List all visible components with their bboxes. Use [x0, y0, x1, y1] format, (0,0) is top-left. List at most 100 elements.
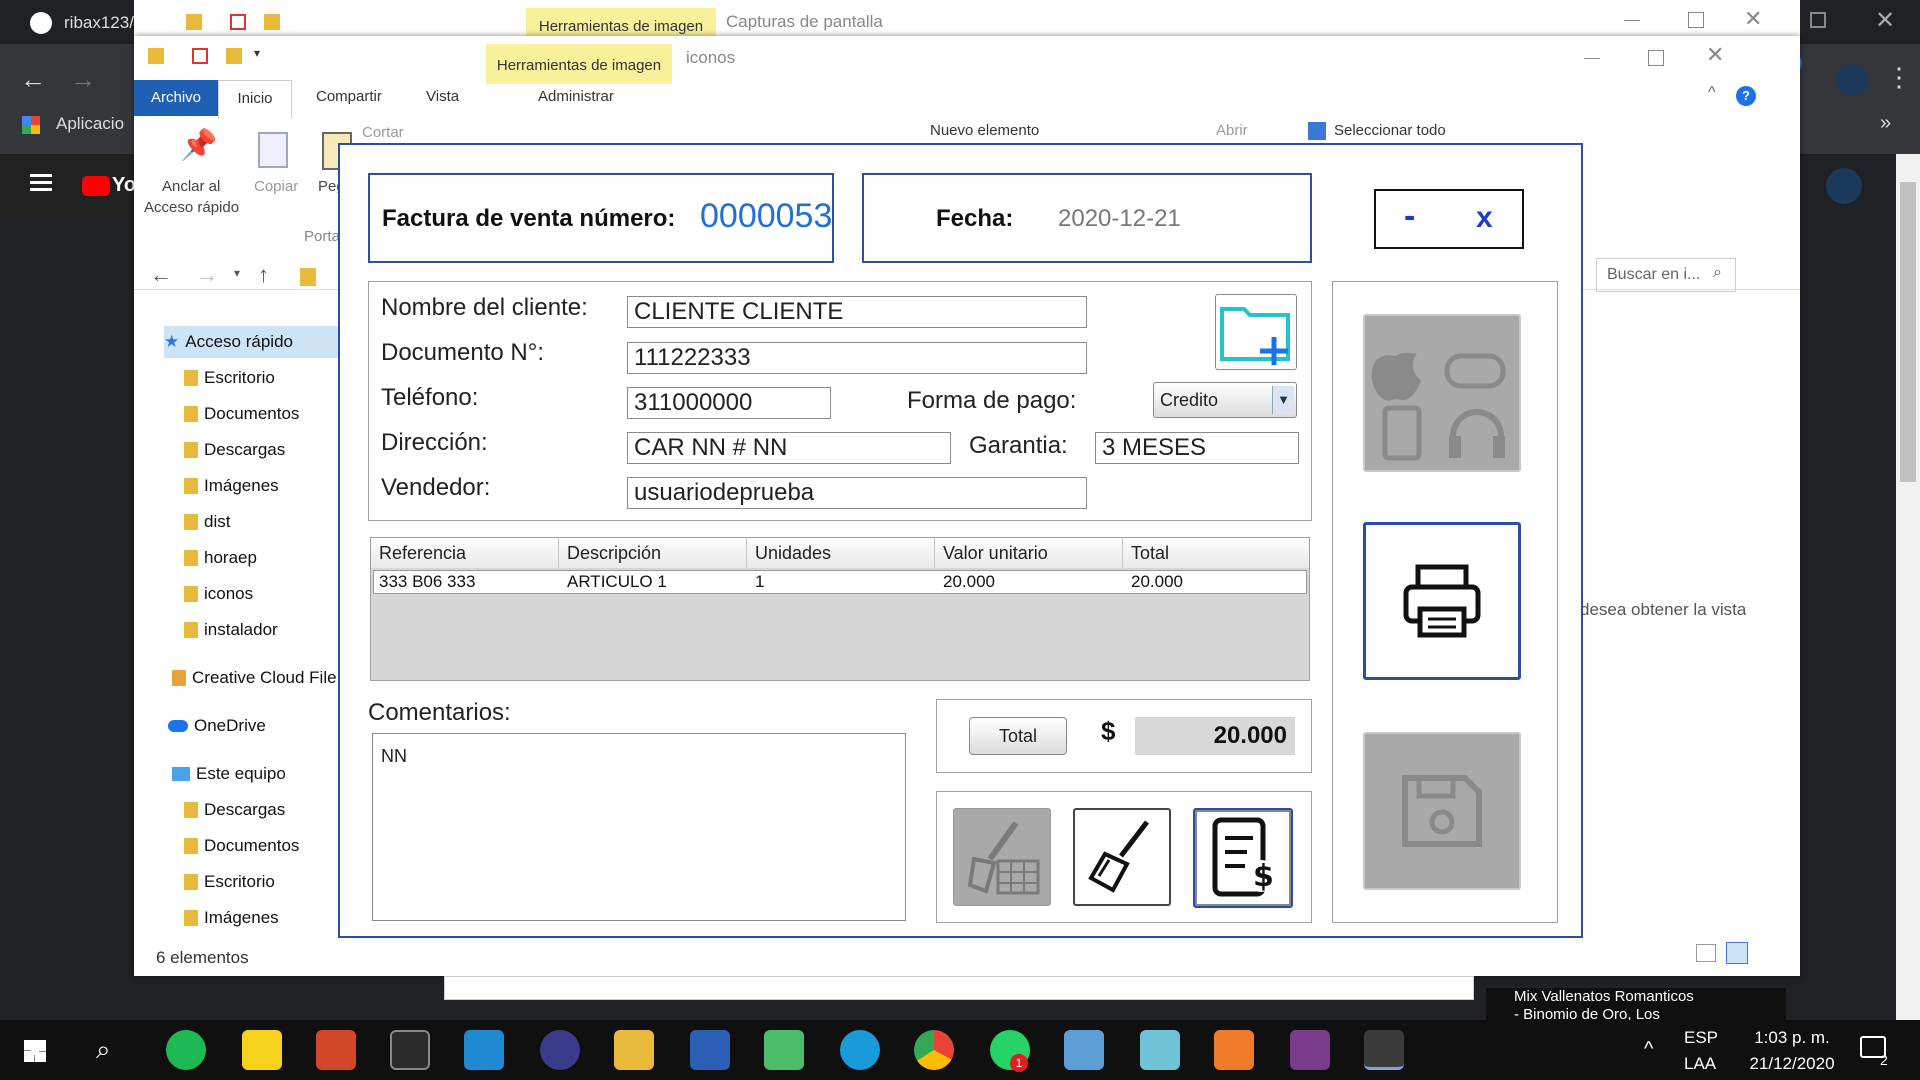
- select-all-icon[interactable]: [1308, 122, 1326, 140]
- nav-item-quick-access[interactable]: ★ Acceso rápido: [164, 326, 344, 358]
- clock-date[interactable]: 21/12/2020: [1734, 1054, 1850, 1074]
- media-notification[interactable]: Mix Vallenatos Romanticos - Binomio de O…: [1486, 988, 1786, 1020]
- winrar-icon[interactable]: [1290, 1030, 1330, 1070]
- tiles-view-icon[interactable]: [1726, 942, 1748, 964]
- save-button[interactable]: [1363, 732, 1521, 890]
- virtualbox-icon[interactable]: [1064, 1030, 1104, 1070]
- search-icon[interactable]: ⌕: [96, 1034, 111, 1066]
- items-table[interactable]: Referencia Descripción Unidades Valor un…: [370, 537, 1310, 681]
- nav-item-escritorio-pc[interactable]: Escritorio: [184, 866, 275, 898]
- sticky-notes-icon[interactable]: [242, 1030, 282, 1070]
- recent-dropdown-icon[interactable]: ▾: [234, 266, 240, 280]
- nav-item-dist[interactable]: dist: [184, 506, 230, 538]
- copy-label[interactable]: Copiar: [254, 178, 298, 195]
- column-header[interactable]: Descripción: [559, 538, 747, 568]
- ribbon-tab-vista[interactable]: Vista: [426, 82, 459, 112]
- maximize-icon[interactable]: [1688, 12, 1704, 28]
- nav-item-imagenes[interactable]: Imágenes: [184, 470, 279, 502]
- column-header[interactable]: Unidades: [747, 538, 935, 568]
- cut-label[interactable]: Cortar: [362, 124, 404, 141]
- notepad-icon[interactable]: [1140, 1030, 1180, 1070]
- forward-arrow-icon[interactable]: →: [70, 64, 96, 95]
- spotify-icon[interactable]: [166, 1030, 206, 1070]
- clear-table-button[interactable]: [953, 808, 1051, 906]
- nav-item-horaep[interactable]: horaep: [184, 542, 257, 574]
- chrome-icon[interactable]: [914, 1030, 954, 1070]
- nav-forward-icon[interactable]: →: [196, 262, 218, 288]
- nav-item-este-equipo[interactable]: Este equipo: [172, 758, 286, 790]
- bookmarks-overflow-icon[interactable]: »: [1880, 112, 1891, 135]
- column-header[interactable]: Total: [1123, 538, 1309, 568]
- file-explorer-icon[interactable]: [614, 1030, 654, 1070]
- bookmarks-apps-label[interactable]: Aplicacio: [56, 114, 134, 134]
- phone-input[interactable]: 311000000: [627, 387, 831, 419]
- window-restore-icon[interactable]: [1810, 12, 1826, 28]
- close-button[interactable]: x: [1476, 201, 1493, 235]
- back-arrow-icon[interactable]: ←: [20, 64, 46, 95]
- details-view-icon[interactable]: [1696, 944, 1716, 962]
- address-input[interactable]: CAR NN # NN: [627, 432, 951, 464]
- context-tab-image-tools[interactable]: Herramientas de imagen: [486, 44, 672, 84]
- chevron-down-icon[interactable]: ▼: [1272, 386, 1294, 414]
- minimize-icon[interactable]: [1624, 20, 1640, 21]
- nav-item-imagenes-pc[interactable]: Imágenes: [184, 902, 279, 934]
- nav-item-descargas-pc[interactable]: Descargas: [184, 794, 285, 826]
- search-icon[interactable]: ⌕: [1713, 264, 1722, 282]
- payment-method-select[interactable]: Credito ▼: [1153, 382, 1297, 418]
- hamburger-menu-icon[interactable]: [30, 174, 52, 177]
- maximize-icon[interactable]: [1648, 50, 1664, 66]
- products-catalog-button[interactable]: [1363, 314, 1521, 472]
- vscode-icon[interactable]: [464, 1030, 504, 1070]
- ribbon-collapse-icon[interactable]: ^: [1708, 84, 1716, 102]
- add-client-button[interactable]: [1215, 294, 1297, 370]
- kebab-menu-icon[interactable]: ⋮: [1886, 62, 1912, 93]
- pin-icon[interactable]: 📌: [180, 128, 217, 163]
- column-header[interactable]: Valor unitario: [935, 538, 1123, 568]
- select-all-label[interactable]: Seleccionar todo: [1334, 122, 1446, 139]
- browser-tab[interactable]: ribax123/Hor: [0, 0, 134, 44]
- nav-item-iconos[interactable]: iconos: [184, 578, 253, 610]
- word-icon[interactable]: [690, 1030, 730, 1070]
- quick-access-dropdown-icon[interactable]: ▾: [254, 46, 260, 60]
- pin-label[interactable]: Acceso rápido: [144, 199, 239, 216]
- seller-input[interactable]: usuariodeprueba: [627, 477, 1087, 509]
- browser-scrollbar[interactable]: [1896, 154, 1920, 1020]
- youtube-avatar[interactable]: [1826, 168, 1862, 204]
- windows-start-icon[interactable]: [24, 1040, 46, 1062]
- close-icon[interactable]: ✕: [1744, 6, 1762, 32]
- nav-item-documentos[interactable]: Documentos: [184, 398, 299, 430]
- ribbon-tab-inicio[interactable]: Inicio: [218, 80, 292, 118]
- comments-textarea[interactable]: NN: [372, 733, 906, 921]
- client-name-input[interactable]: CLIENTE CLIENTE: [627, 296, 1087, 328]
- pin-label[interactable]: Anclar al: [162, 178, 220, 195]
- ribbon-tab-administrar[interactable]: Administrar: [538, 82, 614, 112]
- nav-item-instalador[interactable]: instalador: [184, 614, 278, 646]
- copy-icon[interactable]: [258, 132, 288, 168]
- print-button[interactable]: [1363, 522, 1521, 680]
- youtube-logo-icon[interactable]: [82, 176, 110, 196]
- powerpoint-icon[interactable]: [316, 1030, 356, 1070]
- clock-time[interactable]: 1:03 p. m.: [1744, 1028, 1840, 1048]
- profile-avatar[interactable]: [1836, 64, 1868, 96]
- nav-item-documentos-pc[interactable]: Documentos: [184, 830, 299, 862]
- edge-icon[interactable]: [840, 1030, 880, 1070]
- nav-item-creative-cloud[interactable]: Creative Cloud File: [172, 662, 344, 694]
- invoice-list-button[interactable]: $: [1193, 808, 1293, 908]
- search-box[interactable]: Buscar en i... ⌕: [1596, 258, 1736, 292]
- new-item-label[interactable]: Nuevo elemento: [930, 122, 1039, 139]
- minimize-button[interactable]: -: [1404, 197, 1415, 236]
- nav-back-icon[interactable]: ←: [150, 262, 172, 288]
- column-header[interactable]: Referencia: [371, 538, 559, 568]
- tray-overflow-icon[interactable]: ^: [1644, 1038, 1653, 1061]
- help-icon[interactable]: ?: [1736, 86, 1756, 106]
- terminal-icon[interactable]: [390, 1030, 430, 1070]
- active-app-icon[interactable]: [1364, 1030, 1404, 1070]
- nav-item-descargas[interactable]: Descargas: [184, 434, 285, 466]
- nav-item-onedrive[interactable]: OneDrive: [168, 710, 266, 742]
- git-kraken-icon[interactable]: [764, 1030, 804, 1070]
- xampp-icon[interactable]: [1214, 1030, 1254, 1070]
- open-label[interactable]: Abrir: [1216, 122, 1248, 139]
- keyboard-layout-indicator[interactable]: LAA: [1684, 1054, 1716, 1074]
- nav-item-escritorio[interactable]: Escritorio: [184, 362, 275, 394]
- document-input[interactable]: 111222333: [627, 342, 1087, 374]
